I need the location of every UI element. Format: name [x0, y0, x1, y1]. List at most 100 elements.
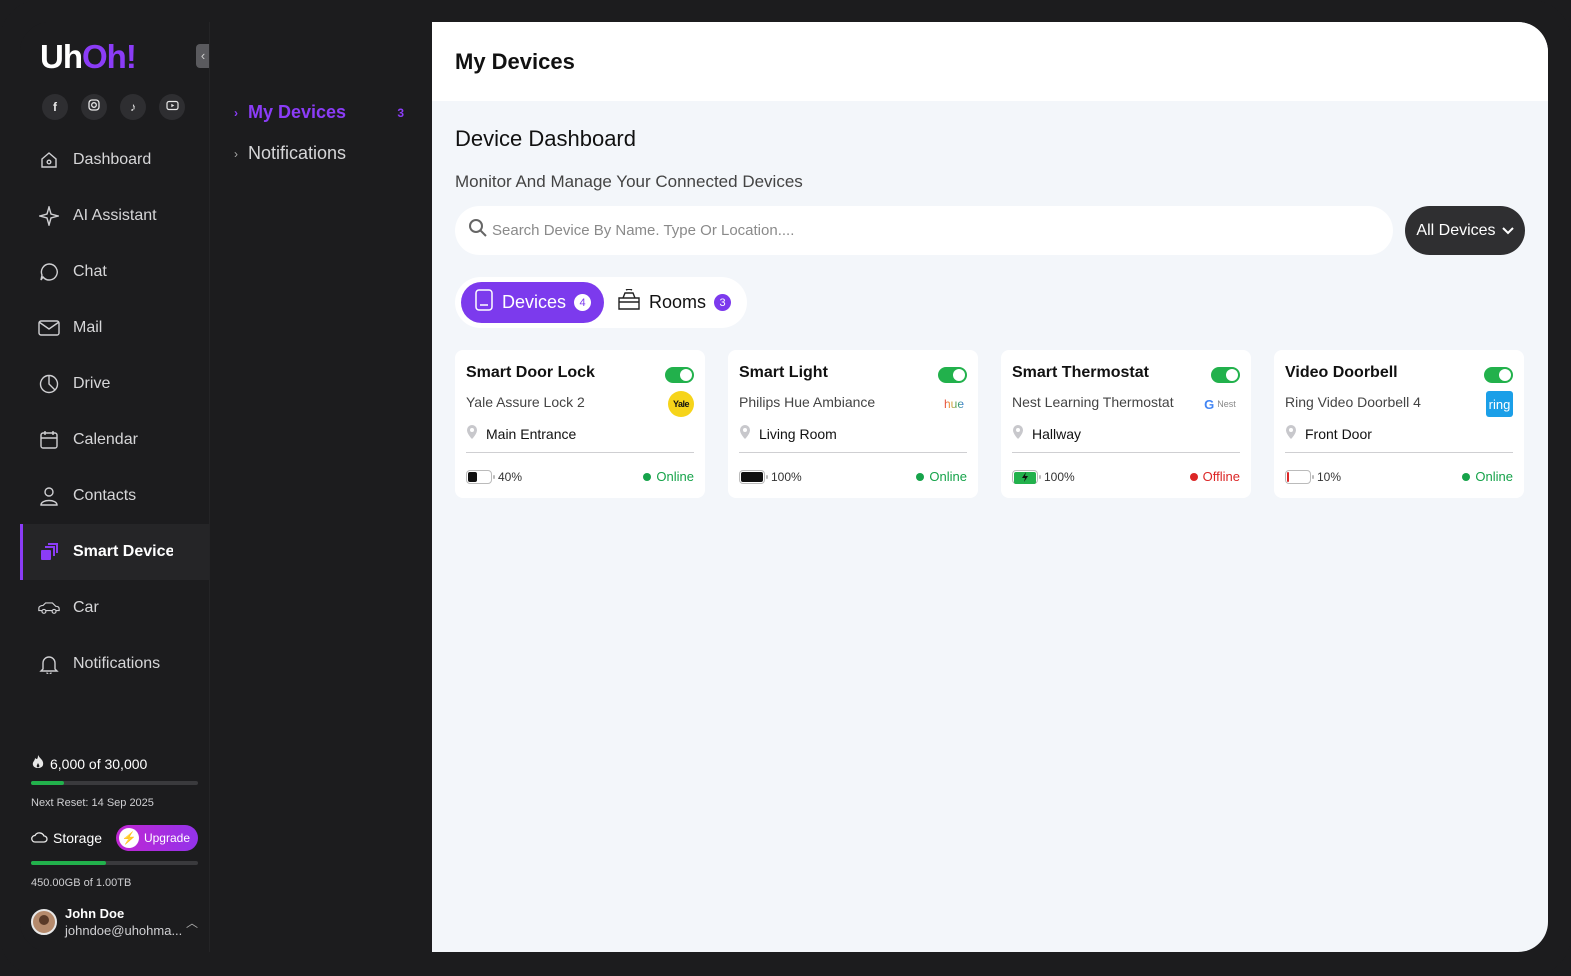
avatar — [31, 909, 57, 935]
device-card[interactable]: Video Doorbell Ring Video Doorbell 4 rin… — [1274, 350, 1524, 498]
sidebar-item-label: Notifications — [73, 655, 161, 672]
search-input[interactable] — [492, 222, 1372, 239]
user-profile[interactable]: John Doe johndoe@uhohma... ︿ — [31, 906, 198, 938]
status-badge: Offline — [1189, 469, 1240, 484]
status-text: Offline — [1202, 469, 1240, 484]
sidebar-item-dashboard[interactable]: Dashboard — [20, 132, 209, 188]
power-toggle[interactable] — [938, 367, 967, 383]
sidebar-item-notifications[interactable]: Notifications — [20, 636, 209, 692]
battery-percent: 40% — [498, 469, 523, 484]
sidebar-item-label: Chat — [73, 263, 107, 280]
device-filter-dropdown[interactable]: All Devices — [1405, 206, 1525, 255]
status-text: Online — [929, 469, 967, 484]
tab-rooms[interactable]: Rooms 3 — [604, 282, 744, 323]
sidebar-item-ai-assistant[interactable]: AI Assistant — [20, 188, 209, 244]
usage-progress-fill — [31, 781, 65, 785]
status-dot — [916, 472, 925, 481]
storage-meter: Storage ⚡ Upgrade 450.00GB of 1.00TB — [31, 825, 198, 889]
sidebar-item-smart-devices[interactable]: Smart Devices — [20, 524, 209, 580]
collapse-sidebar-button[interactable]: ‹ — [196, 44, 210, 68]
status-badge: Online — [643, 469, 694, 484]
battery-percent: 100% — [771, 469, 802, 484]
power-toggle[interactable] — [665, 367, 694, 383]
storage-label: Storage — [53, 830, 103, 846]
logo-text-b: Oh! — [82, 38, 137, 75]
status-dot — [1462, 472, 1471, 481]
bell-icon — [38, 653, 60, 675]
sidebar-item-mail[interactable]: Mail — [20, 300, 209, 356]
devices-icon — [38, 541, 60, 563]
subnav-item-label: Notifications — [248, 143, 347, 163]
brand-label: hue — [943, 397, 965, 411]
battery-level-fill — [1287, 471, 1290, 482]
dashboard-subtitle: Monitor And Manage Your Connected Device… — [455, 172, 803, 191]
battery-icon — [739, 469, 768, 484]
logo[interactable]: UhOh! — [40, 38, 137, 76]
status-text: Online — [656, 469, 694, 484]
instagram-icon[interactable] — [81, 94, 107, 120]
calendar-icon — [38, 429, 60, 451]
device-card[interactable]: Smart Door Lock Yale Assure Lock 2 Yale … — [455, 350, 705, 498]
upgrade-button[interactable]: ⚡ Upgrade — [115, 825, 198, 851]
tab-count-badge: 4 — [574, 294, 592, 311]
search-bar[interactable] — [455, 206, 1393, 255]
tablet-icon — [474, 289, 494, 316]
device-location: Hallway — [1012, 425, 1240, 442]
chevron-right-icon: › — [234, 105, 238, 120]
facebook-icon[interactable]: f — [42, 94, 68, 120]
subnav-item-notifications[interactable]: › Notifications — [234, 143, 404, 164]
device-location: Main Entrance — [466, 425, 694, 442]
search-icon — [468, 218, 488, 243]
subnav-item-my-devices[interactable]: › My Devices 3 — [234, 102, 404, 123]
sidebar-item-label: Drive — [73, 375, 111, 392]
tab-label: Devices — [502, 292, 567, 312]
location-label: Living Room — [759, 425, 837, 442]
app-screen: UhOh! ‹ f ♪ Dashboard AI Assistant Chat … — [20, 22, 1548, 952]
sidebar: UhOh! ‹ f ♪ Dashboard AI Assistant Chat … — [20, 22, 210, 952]
logo-text-a: Uh — [40, 38, 83, 75]
power-toggle[interactable] — [1211, 367, 1240, 383]
battery-level-fill — [468, 471, 477, 482]
location-label: Hallway — [1032, 425, 1082, 442]
device-name: Video Doorbell — [1285, 364, 1398, 381]
user-email: johndoe@uhohma... — [65, 923, 183, 938]
sidebar-item-calendar[interactable]: Calendar — [20, 412, 209, 468]
bolt-icon: ⚡ — [118, 828, 139, 848]
tiktok-icon[interactable]: ♪ — [120, 94, 146, 120]
storage-text: 450.00GB of 1.00TB — [31, 877, 132, 889]
google-nest-logo: G Nest — [1200, 391, 1240, 417]
location-label: Front Door — [1305, 425, 1372, 442]
sidebar-item-label: Dashboard — [73, 151, 152, 168]
user-icon — [38, 485, 60, 507]
mail-icon — [38, 317, 60, 339]
dashboard-title: Device Dashboard — [455, 126, 636, 151]
tab-devices[interactable]: Devices 4 — [461, 282, 605, 323]
cloud-icon — [31, 830, 48, 846]
device-card[interactable]: Smart Light Philips Hue Ambiance hue Liv… — [728, 350, 978, 498]
sidebar-item-car[interactable]: Car — [20, 580, 209, 636]
status-dot — [1189, 472, 1198, 481]
storage-progress-fill — [31, 861, 107, 865]
chevron-down-icon — [1501, 222, 1514, 240]
status-dot — [643, 472, 652, 481]
hue-logo: hue — [941, 391, 967, 417]
divider — [1285, 452, 1513, 453]
youtube-icon[interactable] — [159, 94, 185, 120]
sidebar-item-label: Mail — [73, 319, 103, 336]
pie-chart-icon — [38, 373, 60, 395]
status-badge: Online — [1462, 469, 1513, 484]
sidebar-item-contacts[interactable]: Contacts — [20, 468, 209, 524]
sidebar-item-chat[interactable]: Chat — [20, 244, 209, 300]
usage-reset-date: Next Reset: 14 Sep 2025 — [31, 797, 154, 809]
power-toggle[interactable] — [1484, 367, 1513, 383]
brand-label: ring — [1488, 396, 1511, 412]
google-g-icon: G — [1204, 396, 1215, 412]
sidebar-item-drive[interactable]: Drive — [20, 356, 209, 412]
sparkle-icon — [38, 205, 60, 227]
battery-icon — [1285, 469, 1314, 484]
subnav-item-label: My Devices — [248, 102, 347, 122]
sidebar-item-label: AI Assistant — [73, 207, 157, 224]
device-frame: UhOh! ‹ f ♪ Dashboard AI Assistant Chat … — [0, 0, 1571, 976]
chevron-up-icon[interactable]: ︿ — [186, 914, 198, 931]
device-card[interactable]: Smart Thermostat Nest Learning Thermosta… — [1001, 350, 1251, 498]
